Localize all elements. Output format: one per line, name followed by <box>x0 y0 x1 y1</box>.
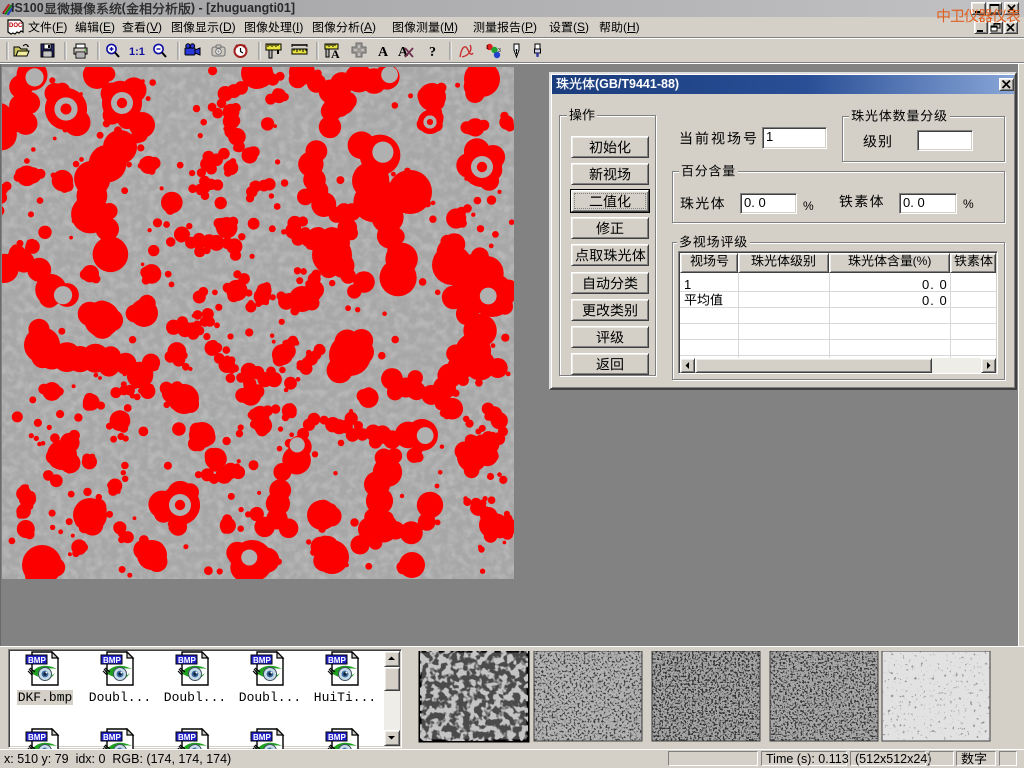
svg-text:?: ? <box>429 45 436 60</box>
svg-text:A: A <box>378 45 389 60</box>
svg-text:1: 1 <box>486 45 489 51</box>
svg-text:DOC: DOC <box>9 23 23 29</box>
svg-text:1:1: 1:1 <box>129 46 145 58</box>
svg-text:A: A <box>331 47 340 61</box>
svg-text:A: A <box>398 45 409 60</box>
svg-text:3: 3 <box>498 48 501 54</box>
